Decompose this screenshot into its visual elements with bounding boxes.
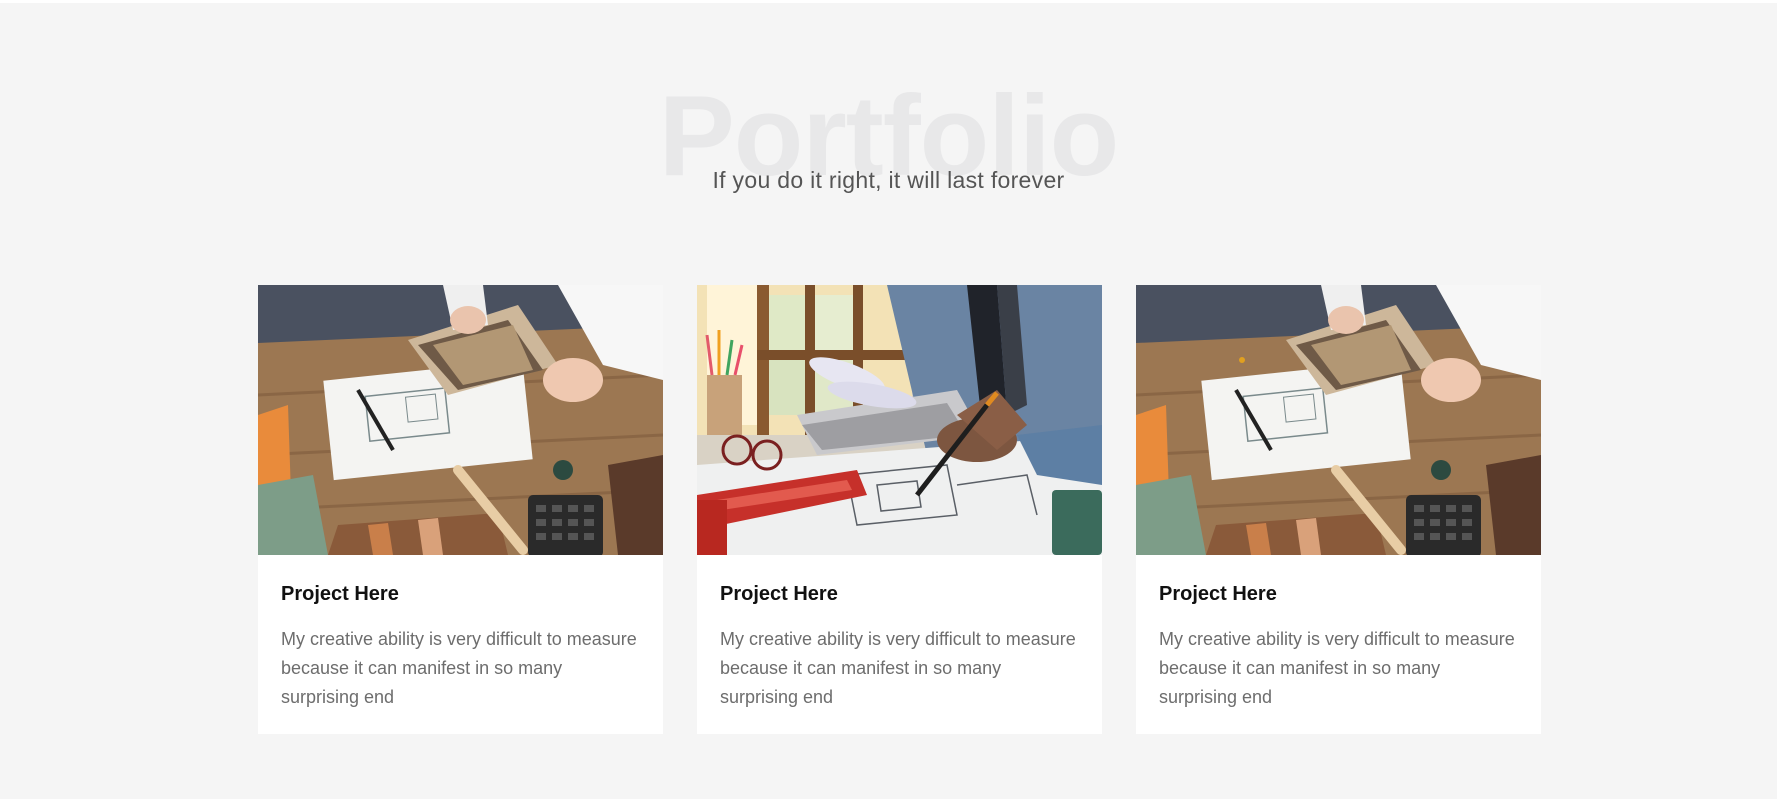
project-image[interactable] <box>697 285 1102 555</box>
project-description: My creative ability is very difficult to… <box>1159 629 1515 707</box>
project-card[interactable]: Project Here My creative ability is very… <box>1136 285 1541 734</box>
project-description: My creative ability is very difficult to… <box>281 629 637 707</box>
project-title[interactable]: Project Here <box>281 581 399 607</box>
project-title[interactable]: Project Here <box>720 581 838 607</box>
project-card[interactable]: Project Here My creative ability is very… <box>697 285 1102 734</box>
project-card[interactable]: Project Here My creative ability is very… <box>258 285 663 734</box>
project-image[interactable] <box>258 285 663 555</box>
project-image[interactable] <box>1136 285 1541 555</box>
project-title[interactable]: Project Here <box>1159 581 1277 607</box>
section-subtitle: If you do it right, it will last forever <box>712 167 1065 193</box>
project-description: My creative ability is very difficult to… <box>720 629 1076 707</box>
portfolio-section: Portfolio If you do it right, it will la… <box>0 3 1777 799</box>
